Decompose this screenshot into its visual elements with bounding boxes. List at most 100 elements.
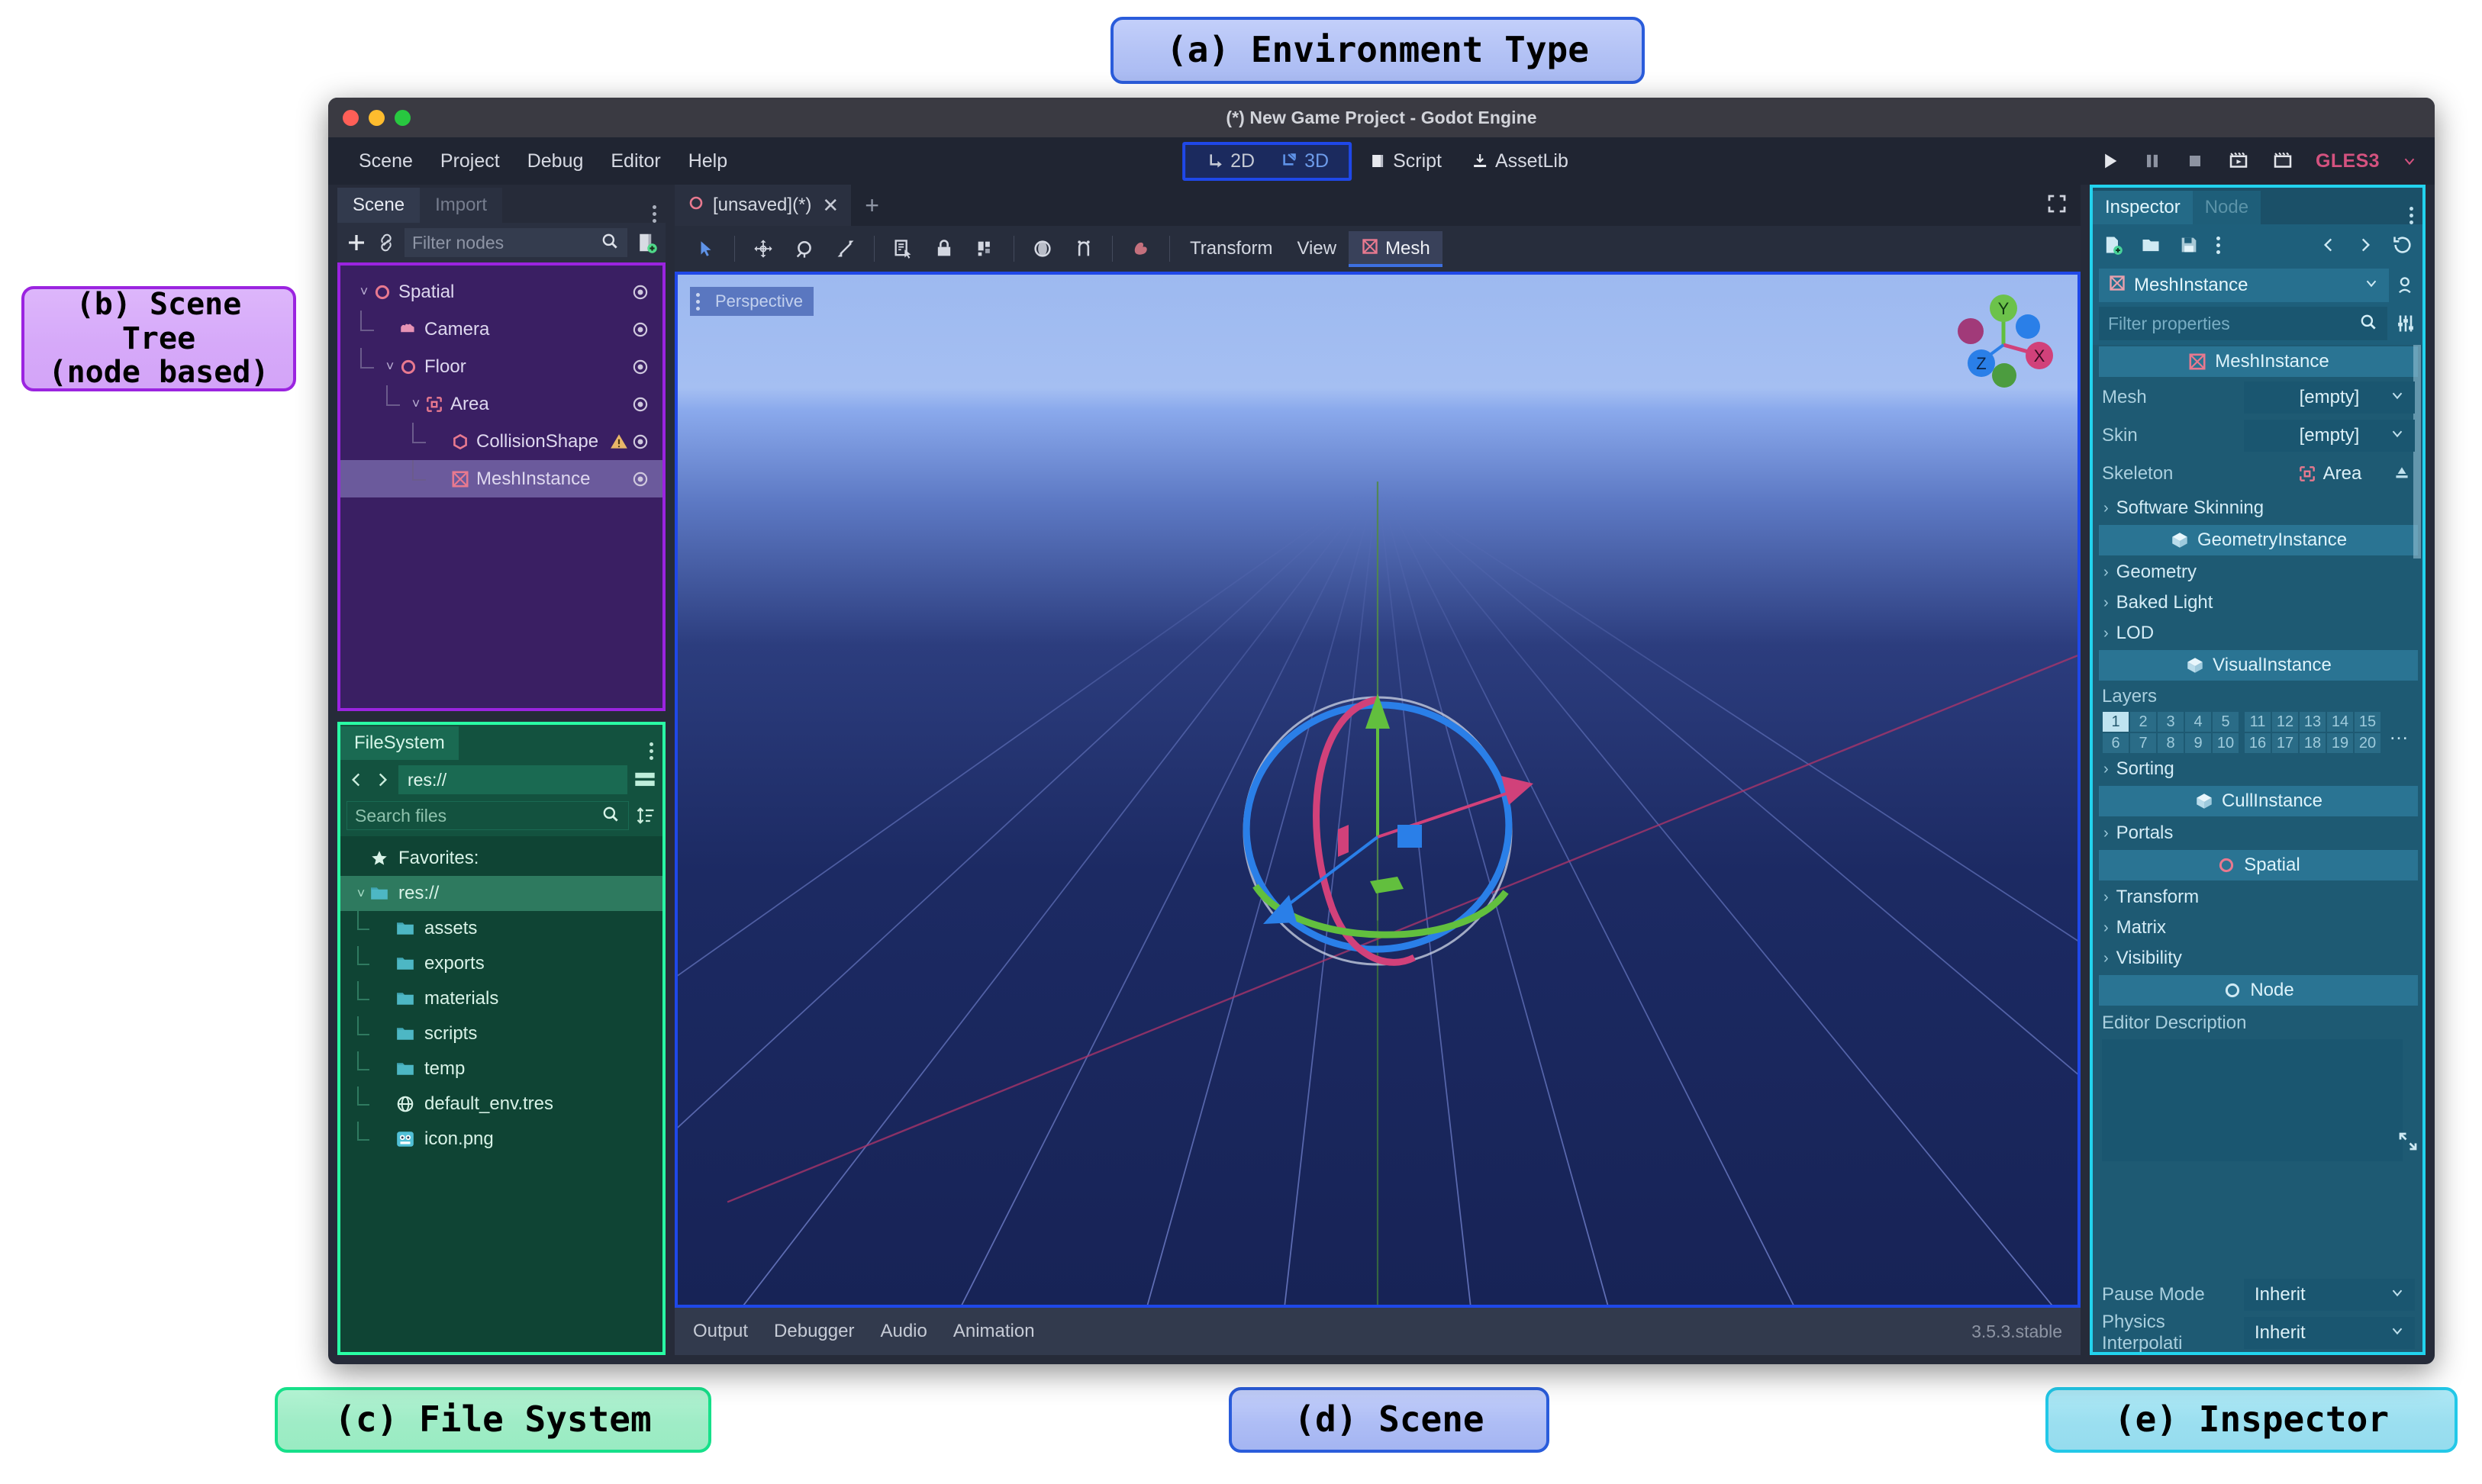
inspector-group-software-skinning[interactable]: › Software Skinning — [2093, 493, 2422, 523]
prop-physics-interpolation[interactable]: Physics Interpolati Inherit — [2093, 1314, 2422, 1352]
chevron-down-icon[interactable] — [2401, 153, 2418, 169]
tab-filesystem[interactable]: FileSystem — [340, 726, 459, 760]
filesystem-item-materials[interactable]: materials — [340, 981, 662, 1016]
menu-scene[interactable]: Scene — [345, 146, 427, 177]
attach-script-icon[interactable] — [635, 231, 658, 254]
layers-more-icon[interactable]: … — [2389, 728, 2410, 738]
play-scene-icon[interactable] — [2227, 150, 2250, 172]
inspector-group-sorting[interactable]: › Sorting — [2093, 754, 2422, 784]
scene-tree[interactable]: ˅ Spatial Camera ˅ Floor ˅ Area — [337, 262, 666, 711]
visibility-toggle-icon[interactable] — [630, 469, 650, 489]
group-icon[interactable] — [965, 228, 1006, 269]
editor-description-textarea[interactable] — [2102, 1039, 2403, 1161]
filesystem-item-default-env-tres[interactable]: default_env.tres — [340, 1086, 662, 1122]
layer-cell-10[interactable]: 10 — [2212, 732, 2239, 754]
visibility-toggle-icon[interactable] — [630, 394, 650, 414]
open-docs-icon[interactable] — [2395, 275, 2416, 296]
tab-scene[interactable]: Scene — [337, 188, 420, 223]
inspector-group-portals[interactable]: › Portals — [2093, 818, 2422, 848]
local-space-icon[interactable] — [1022, 228, 1063, 269]
layer-cell-7[interactable]: 7 — [2129, 732, 2157, 754]
play-custom-scene-icon[interactable] — [2271, 150, 2294, 172]
new-resource-icon[interactable] — [2102, 234, 2123, 256]
viewport-perspective-menu[interactable]: Perspective — [690, 287, 814, 316]
inspector-category-spatial[interactable]: Spatial — [2099, 850, 2418, 880]
filesystem-menu-icon[interactable] — [650, 742, 662, 760]
filesystem-item-temp[interactable]: temp — [340, 1051, 662, 1086]
distraction-free-icon[interactable] — [2045, 192, 2068, 219]
scene-tree-item-meshinstance[interactable]: MeshInstance — [340, 460, 662, 497]
scale-mode-icon[interactable] — [825, 228, 866, 269]
tab-inspector[interactable]: Inspector — [2093, 191, 2193, 224]
inspector-category-visualinstance[interactable]: VisualInstance — [2099, 650, 2418, 681]
warning-icon[interactable] — [609, 432, 629, 452]
inspector-group-lod[interactable]: › LOD — [2093, 618, 2422, 649]
mode-3d-button[interactable]: 3D — [1267, 146, 1341, 176]
filesystem-item-icon-png[interactable]: icon.png — [340, 1122, 662, 1157]
viewport-menu-mesh[interactable]: Mesh — [1349, 231, 1442, 267]
layer-cell-5[interactable]: 5 — [2212, 711, 2239, 732]
close-icon[interactable]: ✕ — [822, 194, 839, 217]
prop-pause-mode[interactable]: Pause Mode Inherit — [2093, 1276, 2422, 1314]
prop-physics-interpolation-value-dropdown[interactable]: Inherit — [2244, 1317, 2415, 1349]
layer-cell-17[interactable]: 17 — [2271, 732, 2299, 754]
layer-cell-4[interactable]: 4 — [2184, 711, 2212, 732]
inspector-group-geometry[interactable]: › Geometry — [2093, 557, 2422, 587]
scene-tree-item-collisionshape[interactable]: CollisionShape — [340, 423, 662, 460]
pause-icon[interactable] — [2142, 150, 2163, 172]
layer-cell-1[interactable]: 1 — [2102, 711, 2129, 732]
inspector-scrollbar[interactable] — [2413, 345, 2421, 559]
bottom-panel-output[interactable]: Output — [693, 1321, 748, 1342]
scene-tree-item-area[interactable]: ˅ Area — [340, 385, 662, 423]
layer-cell-18[interactable]: 18 — [2299, 732, 2326, 754]
filesystem-item-res-[interactable]: ˅ res:// — [340, 876, 662, 911]
filter-properties-input[interactable]: Filter properties — [2099, 307, 2387, 340]
split-mode-icon[interactable] — [633, 770, 656, 790]
inspector-category-geometryinstance[interactable]: GeometryInstance — [2099, 525, 2418, 555]
inspector-prop-value-dropdown[interactable]: [empty] — [2244, 420, 2415, 452]
layer-cell-13[interactable]: 13 — [2299, 711, 2326, 732]
layer-cell-14[interactable]: 14 — [2326, 711, 2354, 732]
history-icon[interactable] — [2392, 234, 2413, 256]
tab-node[interactable]: Node — [2193, 191, 2261, 224]
transform-gizmo[interactable] — [1210, 663, 1546, 999]
filesystem-item-scripts[interactable]: scripts — [340, 1016, 662, 1051]
plus-icon[interactable] — [345, 231, 368, 254]
chevron-down-icon[interactable]: ˅ — [383, 359, 397, 375]
axis-orientation-gizmo[interactable]: Y X Z — [1946, 291, 2061, 391]
play-icon[interactable] — [2099, 150, 2120, 172]
filesystem-item-exports[interactable]: exports — [340, 946, 662, 981]
bottom-panel-audio[interactable]: Audio — [880, 1321, 927, 1342]
chevron-down-icon[interactable]: ˅ — [354, 886, 368, 902]
chevron-down-icon[interactable]: ˅ — [409, 396, 423, 412]
layer-cell-9[interactable]: 9 — [2184, 732, 2212, 754]
sort-icon[interactable] — [635, 805, 656, 826]
layer-cell-15[interactable]: 15 — [2354, 711, 2381, 732]
lock-icon[interactable] — [923, 228, 965, 269]
chevron-down-icon[interactable]: ˅ — [357, 284, 371, 300]
link-icon[interactable] — [376, 232, 397, 253]
list-select-icon[interactable] — [882, 228, 923, 269]
move-mode-icon[interactable] — [743, 228, 784, 269]
mode-2d-button[interactable]: 2D — [1193, 146, 1267, 176]
scene-tree-item-floor[interactable]: ˅ Floor — [340, 348, 662, 385]
filesystem-path[interactable]: res:// — [398, 765, 627, 794]
3d-viewport[interactable]: Perspective Y X Z — [675, 272, 2081, 1308]
visibility-toggle-icon[interactable] — [630, 282, 650, 302]
mode-assetlib-button[interactable]: AssetLib — [1459, 146, 1581, 176]
inspector-prop-value-dropdown[interactable]: [empty] — [2244, 381, 2415, 414]
tab-import[interactable]: Import — [420, 188, 502, 223]
menu-help[interactable]: Help — [675, 146, 741, 177]
snap-icon[interactable] — [1063, 228, 1104, 269]
menu-editor[interactable]: Editor — [597, 146, 674, 177]
mode-script-button[interactable]: Script — [1356, 146, 1454, 176]
chevron-left-icon[interactable] — [347, 770, 366, 790]
inspector-prop-skin[interactable]: Skin [empty] — [2093, 417, 2422, 455]
layer-cell-20[interactable]: 20 — [2354, 732, 2381, 754]
layer-cell-3[interactable]: 3 — [2157, 711, 2184, 732]
viewport-menu-view[interactable]: View — [1285, 232, 1349, 266]
select-mode-icon[interactable] — [685, 228, 727, 269]
inspector-group-matrix[interactable]: › Matrix — [2093, 913, 2422, 943]
viewport-menu-transform[interactable]: Transform — [1178, 232, 1285, 266]
bottom-panel-debugger[interactable]: Debugger — [774, 1321, 854, 1342]
